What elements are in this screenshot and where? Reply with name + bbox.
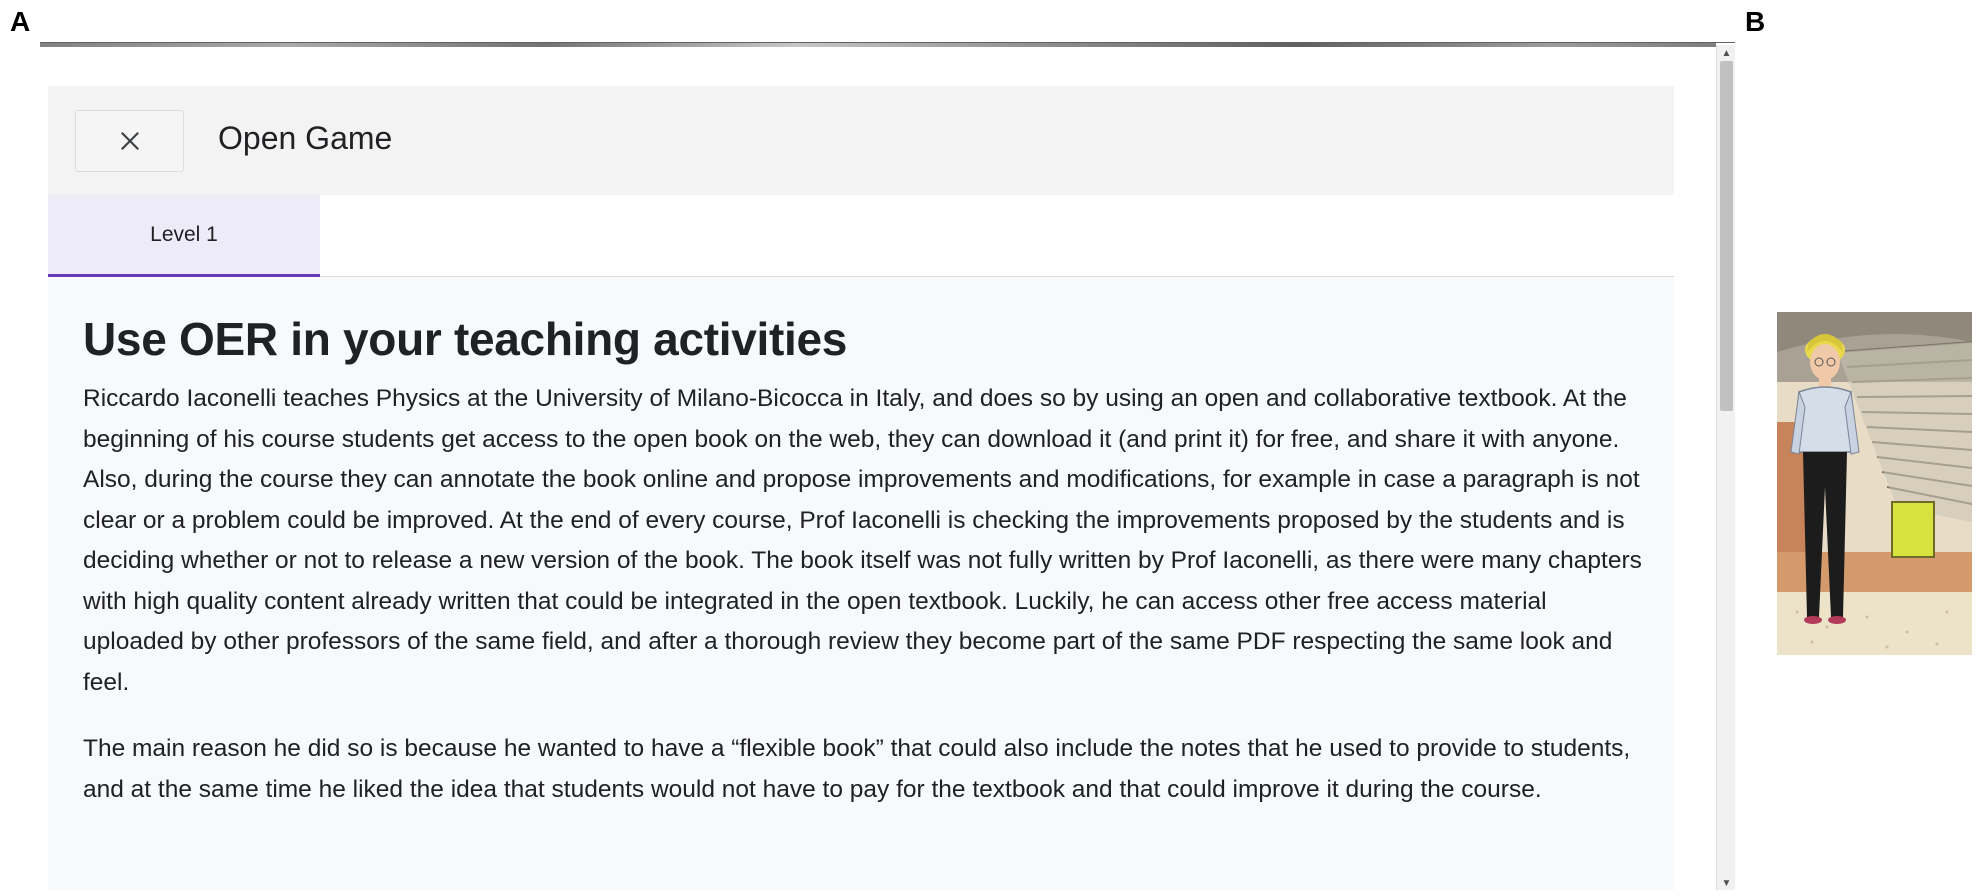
close-icon [120,132,139,150]
professor-character-image [1777,312,1972,655]
scroll-down-arrow-icon[interactable]: ▼ [1717,877,1735,890]
scenario-paragraph: The main reason he did so is because he … [83,735,1631,803]
panel-label-a: A [10,6,31,37]
scrollbar-thumb[interactable] [1720,61,1733,411]
character-illustration [1777,312,1972,655]
scenario-heading: Use OER in your teaching activities [83,313,848,365]
tab-level-1[interactable]: Level 1 [48,195,320,277]
page-top-strip [40,43,1716,47]
open-game-dialog: Open Game Level 1 Use OER in your teachi… [48,86,1674,890]
vertical-scrollbar[interactable]: ▲ ▼ [1716,45,1735,890]
panel-label-b: B [1745,6,1766,37]
scenario-paragraph: Riccardo Iaconelli teaches Physics at th… [83,385,1642,696]
level-tabs: Level 1 [48,195,1674,277]
scroll-up-arrow-icon[interactable]: ▲ [1717,47,1735,61]
dialog-title: Open Game [218,120,393,156]
scenario-content: Use OER in your teaching activities Ricc… [83,277,1653,810]
close-button[interactable] [75,110,184,172]
dialog-header: Open Game [48,86,1674,195]
browser-viewport: Open Game Level 1 Use OER in your teachi… [40,42,1735,890]
